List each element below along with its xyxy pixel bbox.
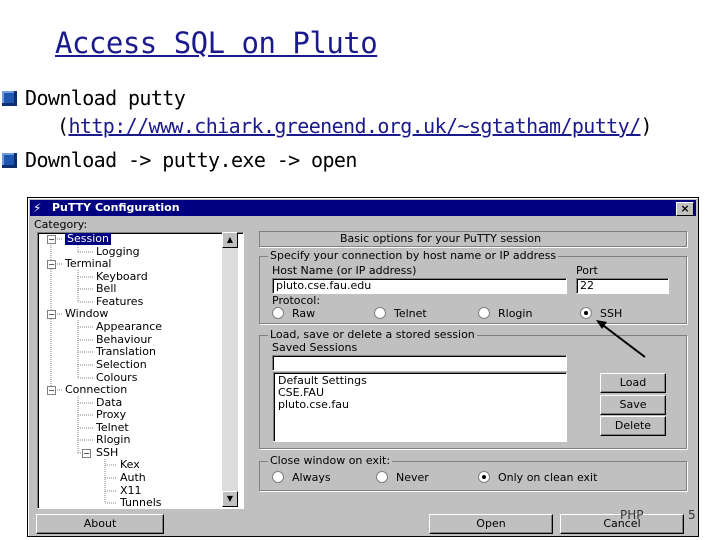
category-label: Category:: [34, 218, 88, 231]
close-never-radio[interactable]: Never: [376, 471, 429, 484]
radio-label: Raw: [292, 307, 316, 320]
radio-label: Never: [396, 471, 429, 484]
collapse-session-icon[interactable]: −: [47, 235, 56, 244]
protocol-rlogin-radio[interactable]: Rlogin: [478, 307, 532, 320]
bullet-box-icon: [2, 153, 17, 168]
putty-app-icon: ⚡: [33, 201, 42, 215]
close-on-exit-title: Close window on exit:: [268, 454, 393, 467]
tree-item-ssh[interactable]: SSH: [96, 447, 118, 459]
scroll-down-icon[interactable]: ▼: [222, 491, 238, 507]
collapse-terminal-icon[interactable]: −: [47, 260, 56, 269]
putty-config-window: ⚡ PuTTY Configuration × Category: − − − …: [27, 197, 699, 537]
bullet-download-open: Download -> putty.exe -> open: [2, 148, 357, 172]
category-tree[interactable]: − − − − − Session Logging Terminal Keybo…: [37, 232, 244, 509]
tree-item-proxy[interactable]: Proxy: [96, 409, 126, 421]
saved-sessions-input[interactable]: [272, 355, 567, 371]
sessions-group-title: Load, save or delete a stored session: [268, 328, 477, 341]
footer-label: PHP: [620, 508, 644, 522]
bullet-text: Download putty: [25, 86, 186, 110]
close-clean-exit-radio[interactable]: Only on clean exit: [478, 471, 597, 484]
collapse-connection-icon[interactable]: −: [47, 386, 56, 395]
basic-options-header: Basic options for your PuTTY session: [340, 232, 542, 245]
host-name-input[interactable]: pluto.cse.fau.edu: [272, 278, 567, 294]
protocol-raw-radio[interactable]: Raw: [272, 307, 315, 320]
host-label: Host Name (or IP address): [272, 264, 417, 277]
tree-item-appearance[interactable]: Appearance: [96, 321, 162, 333]
connection-group: Specify your connection by host name or …: [259, 249, 687, 324]
close-always-radio[interactable]: Always: [272, 471, 331, 484]
radio-label: Only on clean exit: [498, 471, 598, 484]
load-button[interactable]: Load: [600, 373, 666, 393]
radio-label: Telnet: [394, 307, 427, 320]
tree-item-session[interactable]: Session: [65, 233, 111, 245]
tree-scrollbar[interactable]: ▲ ▼: [222, 232, 238, 507]
tree-item-terminal[interactable]: Terminal: [65, 258, 112, 270]
sessions-group: Load, save or delete a stored session Sa…: [259, 328, 687, 449]
radio-label: SSH: [600, 307, 623, 320]
saved-sessions-label: Saved Sessions: [272, 341, 358, 354]
tree-item-selection[interactable]: Selection: [96, 359, 147, 371]
session-item-pluto[interactable]: pluto.cse.fau: [278, 399, 349, 411]
tree-item-tunnels[interactable]: Tunnels: [120, 497, 162, 509]
tree-item-kex[interactable]: Kex: [120, 459, 140, 471]
close-icon: ×: [680, 202, 690, 215]
bullet-box-icon: [2, 91, 17, 106]
slide-title: Access SQL on Pluto: [55, 26, 378, 60]
title-bar[interactable]: ⚡ PuTTY Configuration ×: [30, 200, 696, 216]
protocol-ssh-radio[interactable]: SSH: [580, 307, 622, 320]
page-number: 5: [688, 508, 696, 522]
tree-item-rlogin[interactable]: Rlogin: [96, 434, 130, 446]
paren-close: ): [640, 114, 653, 138]
bullet-url-line: (http://www.chiark.greenend.org.uk/~sgta…: [57, 114, 653, 138]
about-button[interactable]: About: [36, 514, 164, 534]
scroll-up-icon[interactable]: ▲: [222, 232, 238, 248]
tree-item-translation[interactable]: Translation: [96, 346, 156, 358]
tree-item-auth[interactable]: Auth: [120, 472, 146, 484]
radio-label: Rlogin: [498, 307, 533, 320]
port-label: Port: [576, 264, 598, 277]
tree-item-connection[interactable]: Connection: [65, 384, 127, 396]
connection-group-title: Specify your connection by host name or …: [268, 249, 559, 262]
collapse-window-icon[interactable]: −: [47, 310, 56, 319]
port-input[interactable]: 22: [576, 278, 669, 294]
putty-url-link[interactable]: http://www.chiark.greenend.org.uk/~sgtat…: [68, 114, 641, 138]
delete-button[interactable]: Delete: [600, 416, 666, 436]
open-button[interactable]: Open: [429, 514, 553, 534]
collapse-ssh-icon[interactable]: −: [82, 449, 91, 458]
tree-item-window[interactable]: Window: [65, 308, 108, 320]
basic-options-header-box: Basic options for your PuTTY session: [259, 231, 687, 247]
paren-open: (: [57, 114, 69, 138]
bullet-download-putty: Download putty: [2, 86, 186, 110]
close-window-button[interactable]: ×: [676, 202, 694, 216]
protocol-label: Protocol:: [272, 294, 321, 307]
window-title: PuTTY Configuration: [52, 201, 180, 214]
bullet-text: Download -> putty.exe -> open: [25, 148, 357, 172]
protocol-telnet-radio[interactable]: Telnet: [374, 307, 427, 320]
save-button[interactable]: Save: [600, 395, 666, 415]
tree-item-bell[interactable]: Bell: [96, 283, 116, 295]
close-on-exit-group: Close window on exit: Always Never Only …: [259, 454, 687, 491]
radio-label: Always: [292, 471, 331, 484]
sessions-list[interactable]: Default Settings CSE.FAU pluto.cse.fau: [273, 372, 567, 442]
